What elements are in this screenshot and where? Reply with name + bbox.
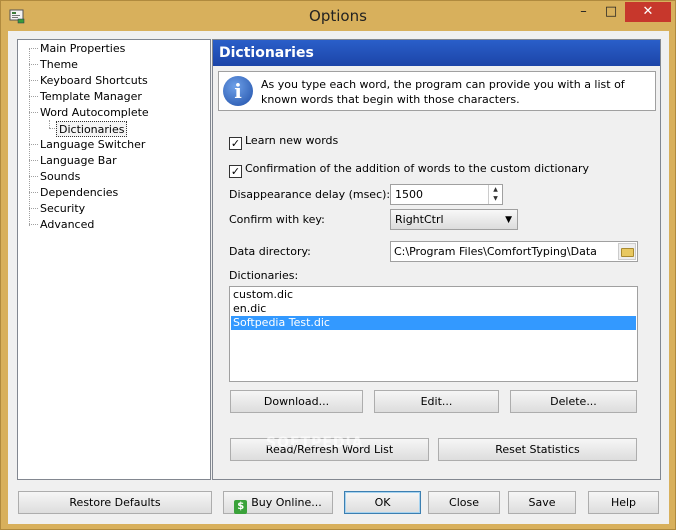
info-icon: i xyxy=(223,76,253,106)
tree-connector xyxy=(29,208,38,209)
ok-button[interactable]: OK xyxy=(344,491,421,514)
buy-online-button[interactable]: $ Buy Online... xyxy=(223,491,333,514)
dictionaries-list[interactable]: custom.dic en.dic Softpedia Test.dic xyxy=(229,286,638,382)
minimize-button[interactable]: – xyxy=(570,2,597,22)
chevron-down-icon: ▼ xyxy=(505,215,512,225)
confirm-key-value: RightCtrl xyxy=(395,213,444,226)
tree-item-dependencies[interactable]: Dependencies xyxy=(40,185,118,201)
confirm-key-label: Confirm with key: xyxy=(229,213,325,226)
tree-item-main-properties[interactable]: Main Properties xyxy=(40,41,125,57)
tree-connector xyxy=(49,120,50,128)
tree-item-advanced[interactable]: Advanced xyxy=(40,217,94,233)
panel-title: Dictionaries xyxy=(213,40,660,66)
tree-item-keyboard-shortcuts[interactable]: Keyboard Shortcuts xyxy=(40,73,148,89)
checkbox-mark: ✓ xyxy=(229,165,242,178)
learn-new-words-label: Learn new words xyxy=(245,134,339,147)
data-directory-label: Data directory: xyxy=(229,245,311,258)
tree-item-language-bar[interactable]: Language Bar xyxy=(40,153,117,169)
dollar-icon: $ xyxy=(234,500,248,514)
tree-connector xyxy=(29,80,38,81)
delete-button[interactable]: Delete... xyxy=(510,390,637,413)
browse-folder-button[interactable] xyxy=(618,243,636,260)
options-window: Options – □ ✕ Main Properties Theme Keyb… xyxy=(0,0,676,530)
folder-icon xyxy=(621,248,634,257)
disappearance-delay-spinner[interactable]: 1500 ▲ ▼ xyxy=(390,184,503,205)
tree-connector xyxy=(29,96,38,97)
info-text: As you type each word, the program can p… xyxy=(261,78,625,106)
tree-connector xyxy=(29,144,38,145)
tree-item-security[interactable]: Security xyxy=(40,201,85,217)
data-directory-field[interactable]: C:\Program Files\ComfortTyping\Data xyxy=(390,241,638,262)
tree-item-word-autocomplete[interactable]: Word Autocomplete xyxy=(40,105,149,121)
tree-connector xyxy=(29,160,38,161)
close-button[interactable]: Close xyxy=(428,491,500,514)
tree-connector xyxy=(49,128,55,129)
data-directory-value: C:\Program Files\ComfortTyping\Data xyxy=(394,245,597,258)
maximize-button[interactable]: □ xyxy=(598,2,624,22)
dictionaries-label: Dictionaries: xyxy=(229,269,299,282)
tree-item-template-manager[interactable]: Template Manager xyxy=(40,89,142,105)
checkbox-mark: ✓ xyxy=(229,137,242,150)
tree-connector xyxy=(29,192,38,193)
tree-connector xyxy=(29,112,38,113)
disappearance-delay-value: 1500 xyxy=(395,188,423,201)
dialog-client: Main Properties Theme Keyboard Shortcuts… xyxy=(8,31,669,524)
info-box: i As you type each word, the program can… xyxy=(218,71,656,111)
tree-connector xyxy=(29,224,38,225)
list-item[interactable]: en.dic xyxy=(231,302,636,316)
title-bar[interactable]: Options – □ ✕ xyxy=(1,1,675,31)
confirm-addition-label: Confirmation of the addition of words to… xyxy=(245,162,590,175)
buy-online-label: Buy Online... xyxy=(251,496,322,509)
options-tree[interactable]: Main Properties Theme Keyboard Shortcuts… xyxy=(17,39,211,480)
edit-button[interactable]: Edit... xyxy=(374,390,499,413)
tree-connector xyxy=(29,48,30,226)
list-item[interactable]: Softpedia Test.dic xyxy=(231,316,636,330)
disappearance-delay-label: Disappearance delay (msec): xyxy=(229,188,391,201)
learn-new-words-checkbox[interactable]: ✓ Learn new words xyxy=(229,133,339,150)
reset-statistics-button[interactable]: Reset Statistics xyxy=(438,438,637,461)
close-window-button[interactable]: ✕ xyxy=(625,2,671,22)
download-button[interactable]: Download... xyxy=(230,390,363,413)
list-item[interactable]: custom.dic xyxy=(231,288,636,302)
spinner-arrows[interactable]: ▲ ▼ xyxy=(488,185,502,204)
dictionaries-panel: Dictionaries i As you type each word, th… xyxy=(212,39,661,480)
read-refresh-button[interactable]: Read/Refresh Word List xyxy=(230,438,429,461)
confirm-key-select[interactable]: RightCtrl ▼ xyxy=(390,209,518,230)
restore-defaults-button[interactable]: Restore Defaults xyxy=(18,491,212,514)
tree-item-sounds[interactable]: Sounds xyxy=(40,169,80,185)
help-button[interactable]: Help xyxy=(588,491,659,514)
tree-connector xyxy=(29,64,38,65)
tree-item-theme[interactable]: Theme xyxy=(40,57,78,73)
save-button[interactable]: Save xyxy=(508,491,576,514)
tree-item-language-switcher[interactable]: Language Switcher xyxy=(40,137,145,153)
tree-connector xyxy=(29,176,38,177)
tree-item-dictionaries[interactable]: Dictionaries xyxy=(56,121,128,137)
confirm-addition-checkbox[interactable]: ✓ Confirmation of the addition of words t… xyxy=(229,161,590,178)
tree-connector xyxy=(29,48,38,49)
